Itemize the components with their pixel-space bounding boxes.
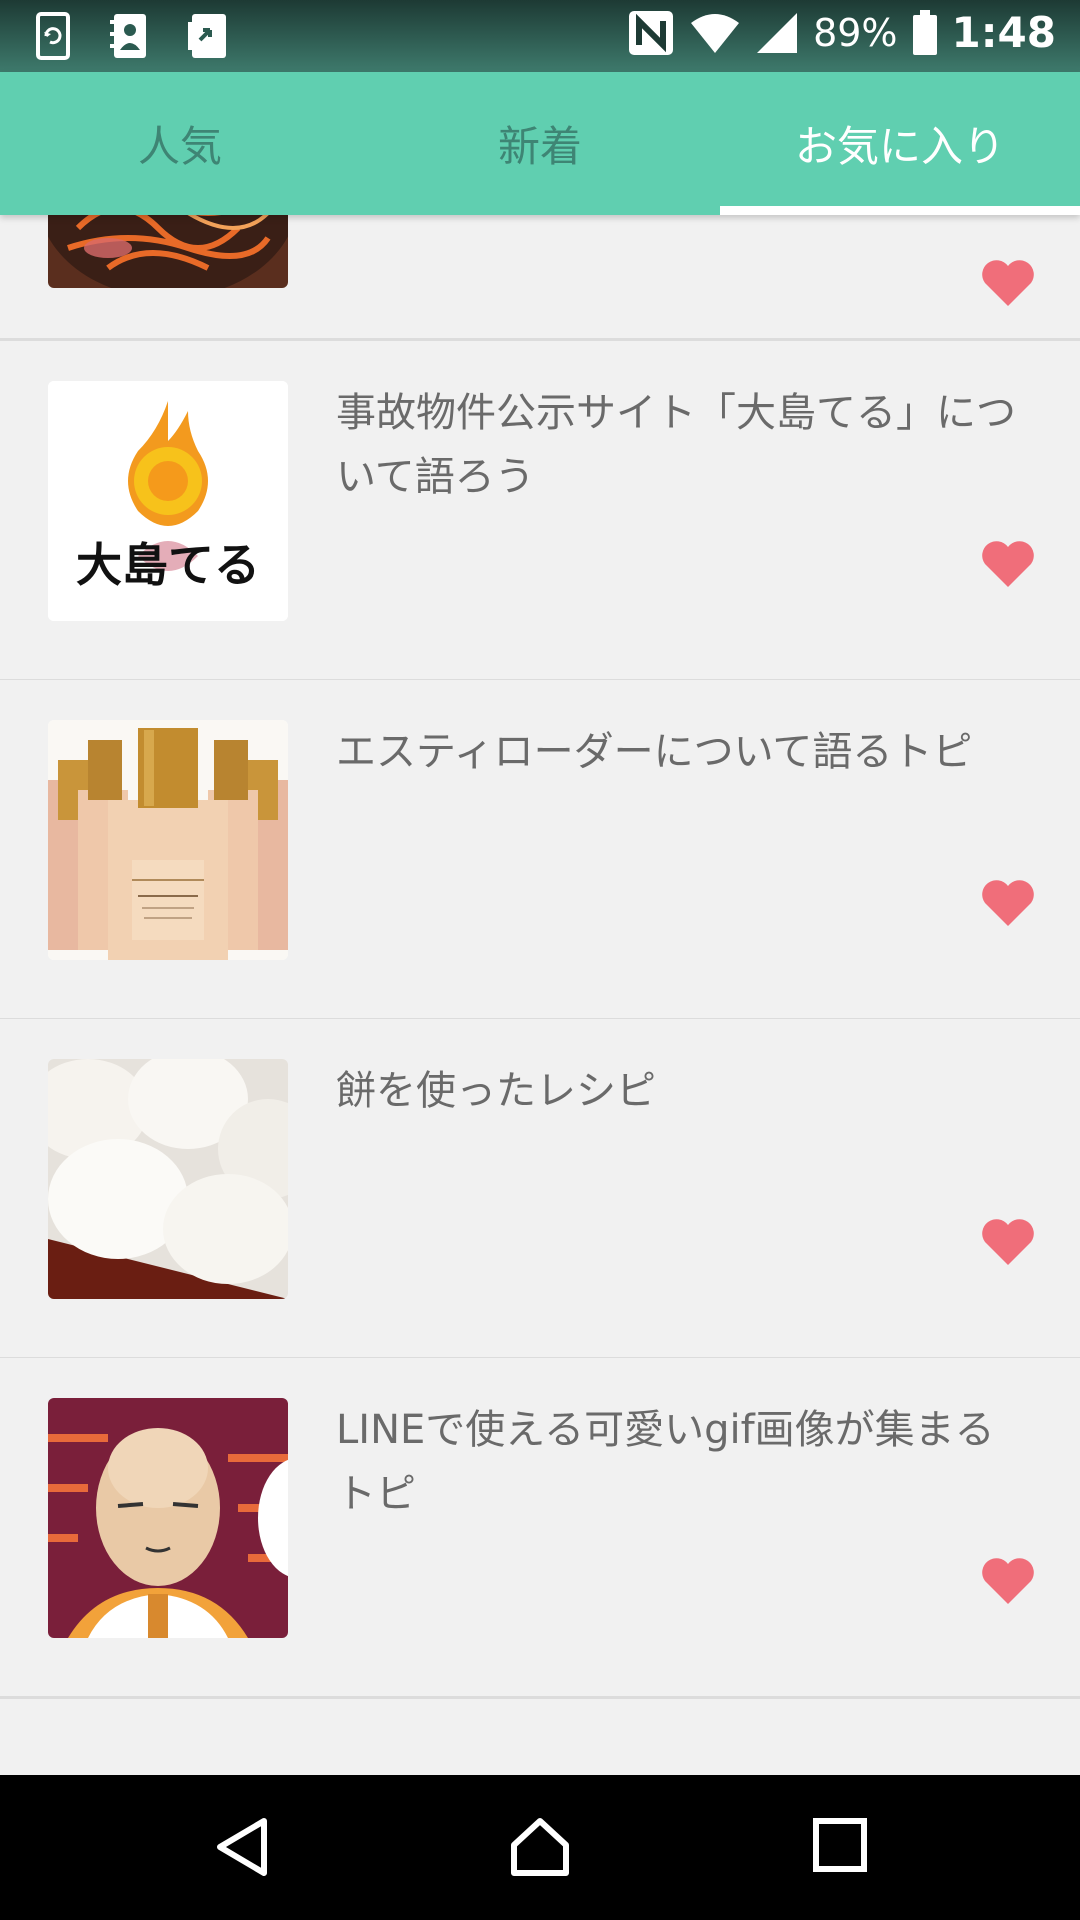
navigation-bar — [0, 1775, 1080, 1920]
sync-app-icon — [36, 12, 70, 60]
clock: 1:48 — [951, 8, 1056, 57]
battery-percent: 89% — [813, 10, 898, 55]
thumbnail-mochi — [48, 1059, 288, 1299]
list-item[interactable]: 大島てる 事故物件公示サイト「大島てる」について語ろう — [0, 341, 1080, 682]
wifi-icon — [691, 13, 740, 53]
tab-new[interactable]: 新着 — [360, 72, 720, 215]
contacts-app-icon — [110, 14, 146, 58]
favorite-heart-icon[interactable] — [980, 878, 1036, 928]
oshimateru-logo-text: 大島てる — [76, 538, 260, 592]
favorite-heart-icon[interactable] — [980, 258, 1036, 308]
tab-bar: 人気 新着 お気に入り — [0, 72, 1080, 215]
tab-favorites[interactable]: お気に入り — [720, 72, 1080, 215]
topic-title[interactable]: エスティローダーについて語るトピ — [336, 720, 1026, 784]
list-item[interactable] — [0, 215, 1080, 341]
nfc-icon — [629, 10, 674, 55]
signal-icon — [757, 12, 798, 53]
list-item[interactable]: 餅を使ったレシピ — [0, 1019, 1080, 1360]
favorite-heart-icon[interactable] — [980, 1217, 1036, 1267]
topic-list[interactable]: 大島てる 事故物件公示サイト「大島てる」について語ろう エスティローダーについて… — [0, 215, 1080, 1775]
favorite-heart-icon[interactable] — [980, 1556, 1036, 1606]
back-icon[interactable] — [212, 1815, 272, 1879]
thumbnail-napolitan-pasta — [48, 215, 288, 288]
home-icon[interactable] — [508, 1815, 572, 1879]
thumbnail-anime-character — [48, 1398, 288, 1638]
thumbnail-estee-lauder-bottles — [48, 720, 288, 960]
share-app-icon — [188, 14, 226, 58]
active-tab-indicator — [720, 206, 1080, 215]
tab-popular[interactable]: 人気 — [0, 72, 360, 215]
topic-title[interactable]: LINEで使える可愛いgif画像が集まるトピ — [336, 1398, 1026, 1526]
list-item[interactable]: エスティローダーについて語るトピ — [0, 680, 1080, 1021]
status-bar: 89% 1:48 — [0, 0, 1080, 72]
list-item[interactable]: LINEで使える可愛いgif画像が集まるトピ — [0, 1358, 1080, 1699]
recents-icon[interactable] — [812, 1815, 868, 1875]
topic-title[interactable]: 事故物件公示サイト「大島てる」について語ろう — [336, 381, 1026, 509]
topic-title[interactable]: 餅を使ったレシピ — [336, 1059, 1026, 1123]
thumbnail-oshimateru-logo: 大島てる — [48, 381, 288, 621]
battery-icon — [912, 9, 937, 55]
favorite-heart-icon[interactable] — [980, 539, 1036, 589]
